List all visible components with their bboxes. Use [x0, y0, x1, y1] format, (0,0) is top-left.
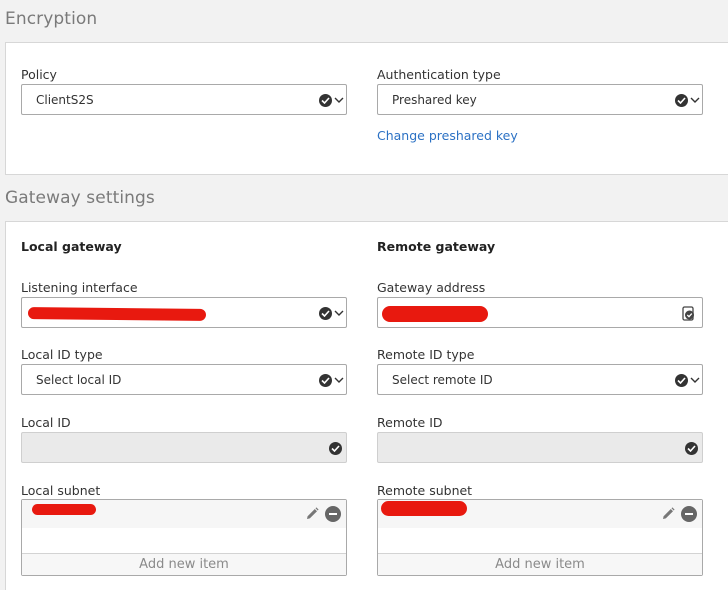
encryption-section-title: Encryption — [5, 9, 98, 29]
chevron-down-icon — [334, 377, 344, 383]
pencil-icon[interactable] — [304, 506, 320, 522]
remote-gateway-heading: Remote gateway — [377, 239, 496, 254]
check-circle-icon — [329, 442, 342, 455]
check-circle-icon — [675, 374, 688, 387]
redacted-value — [27, 307, 207, 321]
encryption-panel: Policy ClientS2S Authentication type Pre… — [5, 42, 728, 175]
add-local-subnet-button[interactable]: Add new item — [22, 553, 346, 575]
remote-id-label: Remote ID — [377, 415, 443, 430]
policy-select[interactable]: ClientS2S — [21, 84, 347, 115]
gateway-section-title: Gateway settings — [5, 188, 155, 208]
local-id-label: Local ID — [21, 415, 71, 430]
minus-circle-icon[interactable] — [325, 506, 341, 522]
pencil-icon[interactable] — [660, 506, 676, 522]
chevron-down-icon — [334, 97, 344, 103]
address-book-icon[interactable] — [682, 306, 696, 321]
gateway-panel: Local gateway Listening interface Local … — [5, 221, 728, 590]
local-gateway-heading: Local gateway — [21, 239, 122, 254]
remote-id-type-select[interactable]: Select remote ID — [377, 364, 703, 395]
check-circle-icon — [319, 94, 332, 107]
gateway-address-input[interactable] — [377, 297, 703, 328]
list-item — [378, 500, 702, 528]
local-id-type-value: Select local ID — [36, 373, 122, 387]
remote-id-type-value: Select remote ID — [392, 373, 493, 387]
check-circle-icon — [685, 442, 698, 455]
auth-type-select[interactable]: Preshared key — [377, 84, 703, 115]
local-subnet-list: Add new item — [21, 499, 347, 576]
listening-interface-label: Listening interface — [21, 280, 138, 295]
redacted-value — [381, 501, 467, 516]
local-id-input — [21, 432, 347, 463]
change-preshared-key-link[interactable]: Change preshared key — [377, 128, 518, 143]
local-id-type-label: Local ID type — [21, 347, 103, 362]
minus-circle-icon[interactable] — [681, 506, 697, 522]
chevron-down-icon — [690, 97, 700, 103]
redacted-value — [32, 504, 96, 515]
remote-id-input — [377, 432, 703, 463]
remote-subnet-label: Remote subnet — [377, 483, 473, 498]
gateway-address-label: Gateway address — [377, 280, 486, 295]
policy-label: Policy — [21, 67, 57, 82]
check-circle-icon — [319, 307, 332, 320]
chevron-down-icon — [690, 377, 700, 383]
remote-id-type-label: Remote ID type — [377, 347, 475, 362]
list-item — [22, 500, 346, 528]
check-circle-icon — [319, 374, 332, 387]
check-circle-icon — [675, 94, 688, 107]
auth-type-value: Preshared key — [392, 93, 477, 107]
auth-type-label: Authentication type — [377, 67, 501, 82]
listening-interface-select[interactable] — [21, 297, 347, 328]
local-id-type-select[interactable]: Select local ID — [21, 364, 347, 395]
redacted-value — [382, 306, 488, 322]
local-subnet-label: Local subnet — [21, 483, 101, 498]
add-remote-subnet-button[interactable]: Add new item — [378, 553, 702, 575]
remote-subnet-list: Add new item — [377, 499, 703, 576]
chevron-down-icon — [334, 310, 344, 316]
policy-value: ClientS2S — [36, 93, 94, 107]
